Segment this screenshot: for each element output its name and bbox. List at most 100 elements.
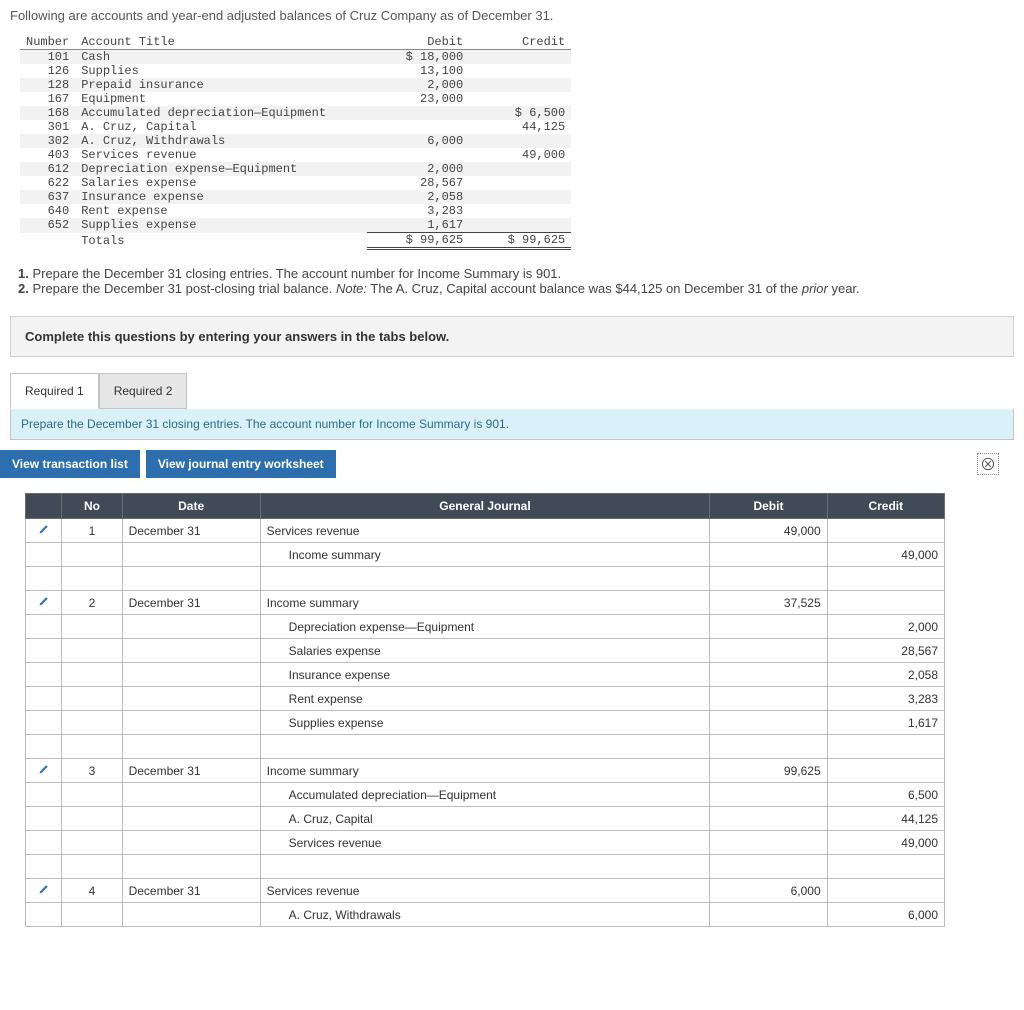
- entry-date[interactable]: [122, 687, 260, 711]
- debit-cell[interactable]: 49,000: [710, 519, 827, 543]
- entry-date[interactable]: December 31: [122, 519, 260, 543]
- edit-cell[interactable]: [26, 519, 62, 543]
- debit-cell[interactable]: [710, 639, 827, 663]
- entry-no: [62, 663, 122, 687]
- tab-body: Prepare the December 31 closing entries.…: [10, 409, 1014, 440]
- entry-no: 2: [62, 591, 122, 615]
- edit-icon[interactable]: [38, 596, 50, 610]
- credit-cell[interactable]: 49,000: [827, 831, 944, 855]
- credit-cell[interactable]: [827, 879, 944, 903]
- credit-cell[interactable]: 2,000: [827, 615, 944, 639]
- entry-no: [62, 831, 122, 855]
- debit-cell[interactable]: [710, 687, 827, 711]
- debit-cell[interactable]: 99,625: [710, 759, 827, 783]
- entry-date[interactable]: [122, 807, 260, 831]
- entry-no: [62, 543, 122, 567]
- edit-cell[interactable]: [26, 879, 62, 903]
- edit-icon[interactable]: [38, 524, 50, 538]
- entry-date[interactable]: [122, 783, 260, 807]
- edit-cell: [26, 831, 62, 855]
- edit-cell: [26, 783, 62, 807]
- account-cell[interactable]: Income summary: [260, 759, 710, 783]
- account-cell[interactable]: A. Cruz, Withdrawals: [260, 903, 710, 927]
- view-transaction-list-button[interactable]: View transaction list: [0, 450, 140, 478]
- account-cell[interactable]: Depreciation expense—Equipment: [260, 615, 710, 639]
- credit-cell[interactable]: 2,058: [827, 663, 944, 687]
- credit-cell[interactable]: 6,000: [827, 903, 944, 927]
- account-cell[interactable]: Services revenue: [260, 831, 710, 855]
- credit-cell[interactable]: [827, 519, 944, 543]
- debit-cell[interactable]: 37,525: [710, 591, 827, 615]
- credit-cell[interactable]: 49,000: [827, 543, 944, 567]
- tab-required-2[interactable]: Required 2: [99, 373, 188, 409]
- debit-cell[interactable]: [710, 543, 827, 567]
- credit-cell[interactable]: [827, 591, 944, 615]
- entry-date[interactable]: [122, 639, 260, 663]
- edit-icon[interactable]: [38, 764, 50, 778]
- entry-date[interactable]: December 31: [122, 879, 260, 903]
- entry-no: [62, 807, 122, 831]
- intro-text: Following are accounts and year-end adju…: [0, 0, 1024, 31]
- tab-instruction: Prepare the December 31 closing entries.…: [11, 409, 1013, 439]
- entry-no: [62, 903, 122, 927]
- entry-no: [62, 615, 122, 639]
- entry-date[interactable]: [122, 711, 260, 735]
- task-list: 1. Prepare the December 31 closing entri…: [0, 260, 1024, 302]
- prior-italic: prior: [802, 281, 828, 296]
- edit-cell[interactable]: [26, 591, 62, 615]
- journal-table: NoDateGeneral JournalDebitCredit1Decembe…: [25, 493, 999, 927]
- credit-cell[interactable]: 6,500: [827, 783, 944, 807]
- debit-cell[interactable]: 6,000: [710, 879, 827, 903]
- tab-required-1[interactable]: Required 1: [10, 373, 99, 409]
- edit-cell: [26, 903, 62, 927]
- entry-no: [62, 711, 122, 735]
- entry-date[interactable]: [122, 831, 260, 855]
- entry-no: 3: [62, 759, 122, 783]
- task-2-text-c: year.: [828, 281, 860, 296]
- debit-cell[interactable]: [710, 663, 827, 687]
- edit-cell: [26, 663, 62, 687]
- debit-cell[interactable]: [710, 903, 827, 927]
- edit-cell[interactable]: [26, 759, 62, 783]
- button-row: View transaction list View journal entry…: [0, 440, 1024, 488]
- credit-cell[interactable]: 1,617: [827, 711, 944, 735]
- credit-cell[interactable]: 3,283: [827, 687, 944, 711]
- credit-cell[interactable]: [827, 759, 944, 783]
- entry-date[interactable]: [122, 543, 260, 567]
- view-journal-entry-worksheet-button[interactable]: View journal entry worksheet: [146, 450, 336, 478]
- task-2-text-b: The A. Cruz, Capital account balance was…: [367, 281, 802, 296]
- entry-no: [62, 639, 122, 663]
- entry-date[interactable]: [122, 615, 260, 639]
- entry-no: 1: [62, 519, 122, 543]
- account-cell[interactable]: Insurance expense: [260, 663, 710, 687]
- debit-cell[interactable]: [710, 711, 827, 735]
- credit-cell[interactable]: 44,125: [827, 807, 944, 831]
- account-cell[interactable]: Accumulated depreciation—Equipment: [260, 783, 710, 807]
- entry-date[interactable]: [122, 903, 260, 927]
- account-cell[interactable]: Services revenue: [260, 879, 710, 903]
- entry-date[interactable]: December 31: [122, 591, 260, 615]
- account-cell[interactable]: A. Cruz, Capital: [260, 807, 710, 831]
- edit-cell: [26, 543, 62, 567]
- entry-no: 4: [62, 879, 122, 903]
- debit-cell[interactable]: [710, 615, 827, 639]
- instruction-panel: Complete this questions by entering your…: [10, 316, 1014, 357]
- credit-cell[interactable]: 28,567: [827, 639, 944, 663]
- edit-icon[interactable]: [38, 884, 50, 898]
- debit-cell[interactable]: [710, 831, 827, 855]
- account-cell[interactable]: Salaries expense: [260, 639, 710, 663]
- account-cell[interactable]: Income summary: [260, 591, 710, 615]
- account-cell[interactable]: Services revenue: [260, 519, 710, 543]
- debit-cell[interactable]: [710, 807, 827, 831]
- task-1-num: 1.: [18, 266, 29, 281]
- entry-date[interactable]: [122, 663, 260, 687]
- account-cell[interactable]: Income summary: [260, 543, 710, 567]
- entry-date[interactable]: December 31: [122, 759, 260, 783]
- debit-cell[interactable]: [710, 783, 827, 807]
- account-cell[interactable]: Supplies expense: [260, 711, 710, 735]
- task-2-num: 2.: [18, 281, 29, 296]
- entry-no: [62, 687, 122, 711]
- edit-cell: [26, 687, 62, 711]
- close-icon[interactable]: [977, 453, 999, 475]
- account-cell[interactable]: Rent expense: [260, 687, 710, 711]
